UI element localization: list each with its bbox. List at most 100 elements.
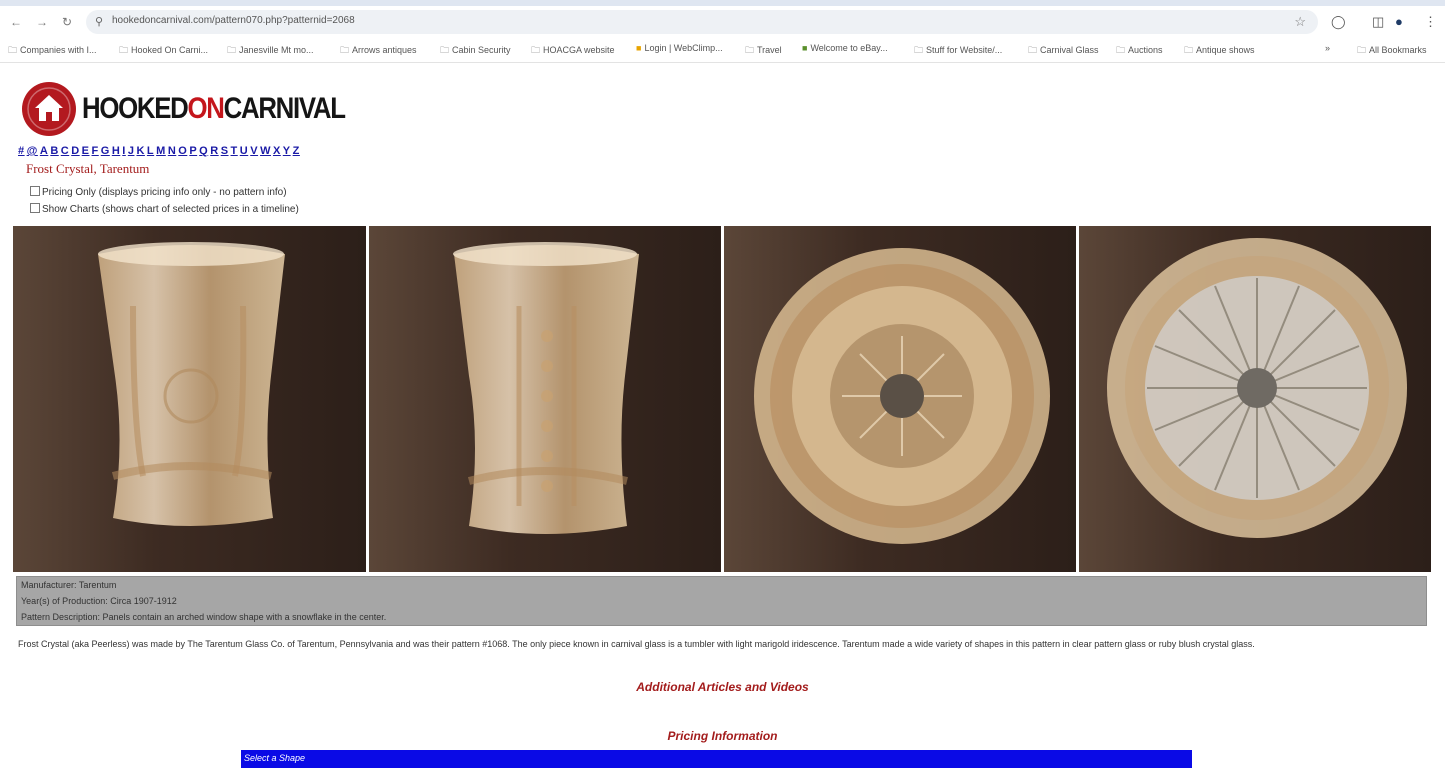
- bookmark-item[interactable]: 🗀 Arrows antiques: [340, 43, 417, 59]
- show-charts-label: Show Charts (shows chart of selected pri…: [42, 204, 299, 215]
- alpha-link-g[interactable]: G: [101, 145, 110, 157]
- bookmark-star-icon[interactable]: ☆: [1294, 14, 1306, 30]
- select-shape-dropdown[interactable]: Select a Shape: [241, 750, 1192, 768]
- alphabet-index: # @ A B C D E F G H I J K L M N O P Q R S T U V W X Y Z: [18, 145, 302, 157]
- production-years-text: Year(s) of Production: Circa 1907-1912: [21, 596, 177, 606]
- pricing-only-option[interactable]: Pricing Only (displays pricing info only…: [30, 186, 287, 198]
- alpha-link-e[interactable]: E: [82, 145, 90, 157]
- home-icon: [27, 87, 71, 131]
- alpha-link-d[interactable]: D: [71, 145, 79, 157]
- bookmark-item[interactable]: 🗀 Travel: [745, 43, 782, 59]
- all-bookmarks[interactable]: 🗀 All Bookmarks: [1357, 43, 1427, 59]
- folder-icon: 🗀: [340, 45, 350, 55]
- bookmark-label: Janesville Mt mo...: [239, 45, 314, 55]
- alpha-link-x[interactable]: X: [273, 145, 281, 157]
- show-charts-checkbox[interactable]: [30, 203, 40, 213]
- bookmark-item[interactable]: 🗀 Hooked On Carni...: [119, 43, 208, 59]
- bookmark-label: Welcome to eBay...: [810, 43, 888, 53]
- site-logo[interactable]: HOOKEDONCARNIVAL: [22, 82, 346, 138]
- alpha-link-m[interactable]: M: [156, 145, 166, 157]
- alpha-link-h[interactable]: H: [112, 145, 120, 157]
- alpha-link-at[interactable]: @: [27, 145, 38, 157]
- alpha-link-hash[interactable]: #: [18, 145, 25, 157]
- pricing-information-heading: Pricing Information: [667, 729, 778, 743]
- pricing-only-label: Pricing Only (displays pricing info only…: [42, 187, 287, 198]
- folder-icon: 🗀: [119, 45, 129, 55]
- alpha-link-l[interactable]: L: [147, 145, 154, 157]
- folder-icon: 🗀: [914, 45, 924, 55]
- alpha-link-t[interactable]: T: [231, 145, 238, 157]
- alpha-link-s[interactable]: S: [221, 145, 229, 157]
- tumbler-photo-base[interactable]: [1079, 226, 1431, 572]
- alpha-link-q[interactable]: Q: [199, 145, 208, 157]
- alpha-link-u[interactable]: U: [240, 145, 248, 157]
- folder-icon: 🗀: [1028, 45, 1038, 55]
- webclimb-icon: ■: [636, 43, 642, 53]
- menu-kebab-icon[interactable]: ⋮: [1424, 14, 1437, 30]
- url-text[interactable]: hookedoncarnival.com/pattern070.php?patt…: [112, 15, 355, 26]
- alpha-link-z[interactable]: Z: [293, 145, 300, 157]
- forward-icon[interactable]: →: [36, 15, 48, 29]
- folder-icon: 🗀: [1357, 45, 1367, 55]
- bookmark-label: Stuff for Website/...: [926, 45, 1003, 55]
- folder-icon: 🗀: [440, 45, 450, 55]
- bookmark-label: Auctions: [1128, 45, 1163, 55]
- bookmark-item[interactable]: 🗀 Janesville Mt mo...: [227, 43, 314, 59]
- bookmark-label: HOACGA website: [543, 45, 615, 55]
- bookmark-label: All Bookmarks: [1369, 45, 1427, 55]
- alpha-link-p[interactable]: P: [189, 145, 197, 157]
- tumbler-photo-panel[interactable]: [369, 226, 721, 572]
- extensions-icon[interactable]: ◯: [1331, 14, 1346, 30]
- pattern-title: Frost Crystal, Tarentum: [26, 161, 150, 176]
- alpha-link-a[interactable]: A: [40, 145, 48, 157]
- folder-icon: 🗀: [531, 45, 541, 55]
- alpha-link-r[interactable]: R: [210, 145, 218, 157]
- alpha-link-j[interactable]: J: [128, 145, 135, 157]
- bookmark-item[interactable]: ■ Login | WebClimp...: [636, 43, 723, 53]
- pattern-history-paragraph: Frost Crystal (aka Peerless) was made by…: [18, 639, 1255, 649]
- bookmark-item[interactable]: 🗀 Cabin Security: [440, 43, 511, 59]
- tumbler-photo-side[interactable]: [13, 226, 366, 572]
- alpha-link-o[interactable]: O: [178, 145, 187, 157]
- bookmark-item[interactable]: 🗀 Antique shows: [1184, 43, 1255, 59]
- logo-word-carnival: CARNIVAL: [223, 92, 346, 125]
- bookmark-item[interactable]: 🗀 Stuff for Website/...: [914, 43, 1002, 59]
- ebay-icon: ■: [802, 43, 808, 53]
- alpha-link-i[interactable]: I: [122, 145, 126, 157]
- bookmark-item[interactable]: 🗀 HOACGA website: [531, 43, 615, 59]
- alpha-link-k[interactable]: K: [136, 145, 144, 157]
- bookmark-item[interactable]: 🗀 Carnival Glass: [1028, 43, 1099, 59]
- alpha-link-y[interactable]: Y: [283, 145, 291, 157]
- pricing-only-checkbox[interactable]: [30, 186, 40, 196]
- select-shape-value: Select a Shape: [244, 753, 306, 763]
- reload-icon[interactable]: ↻: [62, 15, 72, 29]
- bookmarks-overflow[interactable]: »: [1325, 43, 1330, 53]
- bookmark-label: Companies with I...: [20, 45, 97, 55]
- bookmark-label: Login | WebClimp...: [644, 43, 723, 53]
- additional-articles-link[interactable]: Additional Articles and Videos: [0, 680, 1445, 694]
- pattern-description-text: Pattern Description: Panels contain an a…: [21, 612, 387, 622]
- site-info-icon[interactable]: ⚲: [95, 15, 103, 28]
- alpha-link-n[interactable]: N: [168, 145, 176, 157]
- logo-badge: [22, 82, 76, 136]
- bookmark-item[interactable]: 🗀 Companies with I...: [8, 43, 97, 59]
- bookmark-item[interactable]: ■ Welcome to eBay...: [802, 43, 888, 53]
- show-charts-option[interactable]: Show Charts (shows chart of selected pri…: [30, 203, 299, 215]
- browser-toolbar: ← → ↻ ⚲ hookedoncarnival.com/pattern070.…: [0, 6, 1445, 38]
- logo-word-hooked: HOOKED: [82, 92, 189, 125]
- alpha-link-v[interactable]: V: [250, 145, 258, 157]
- address-bar[interactable]: ⚲ hookedoncarnival.com/pattern070.php?pa…: [86, 10, 1318, 34]
- back-icon[interactable]: ←: [10, 15, 22, 29]
- alpha-link-f[interactable]: F: [92, 145, 99, 157]
- alpha-link-b[interactable]: B: [50, 145, 58, 157]
- pattern-photo-strip: [13, 226, 1431, 572]
- sidebar-icon[interactable]: ◫: [1372, 14, 1384, 30]
- logo-word-on: ON: [187, 92, 225, 125]
- tumbler-photo-top[interactable]: [724, 226, 1076, 572]
- folder-icon: 🗀: [745, 45, 755, 55]
- alpha-link-w[interactable]: W: [260, 145, 271, 157]
- alpha-link-c[interactable]: C: [61, 145, 69, 157]
- profile-avatar-icon[interactable]: ●: [1395, 14, 1403, 29]
- bookmark-label: Antique shows: [1196, 45, 1255, 55]
- bookmark-item[interactable]: 🗀 Auctions: [1116, 43, 1163, 59]
